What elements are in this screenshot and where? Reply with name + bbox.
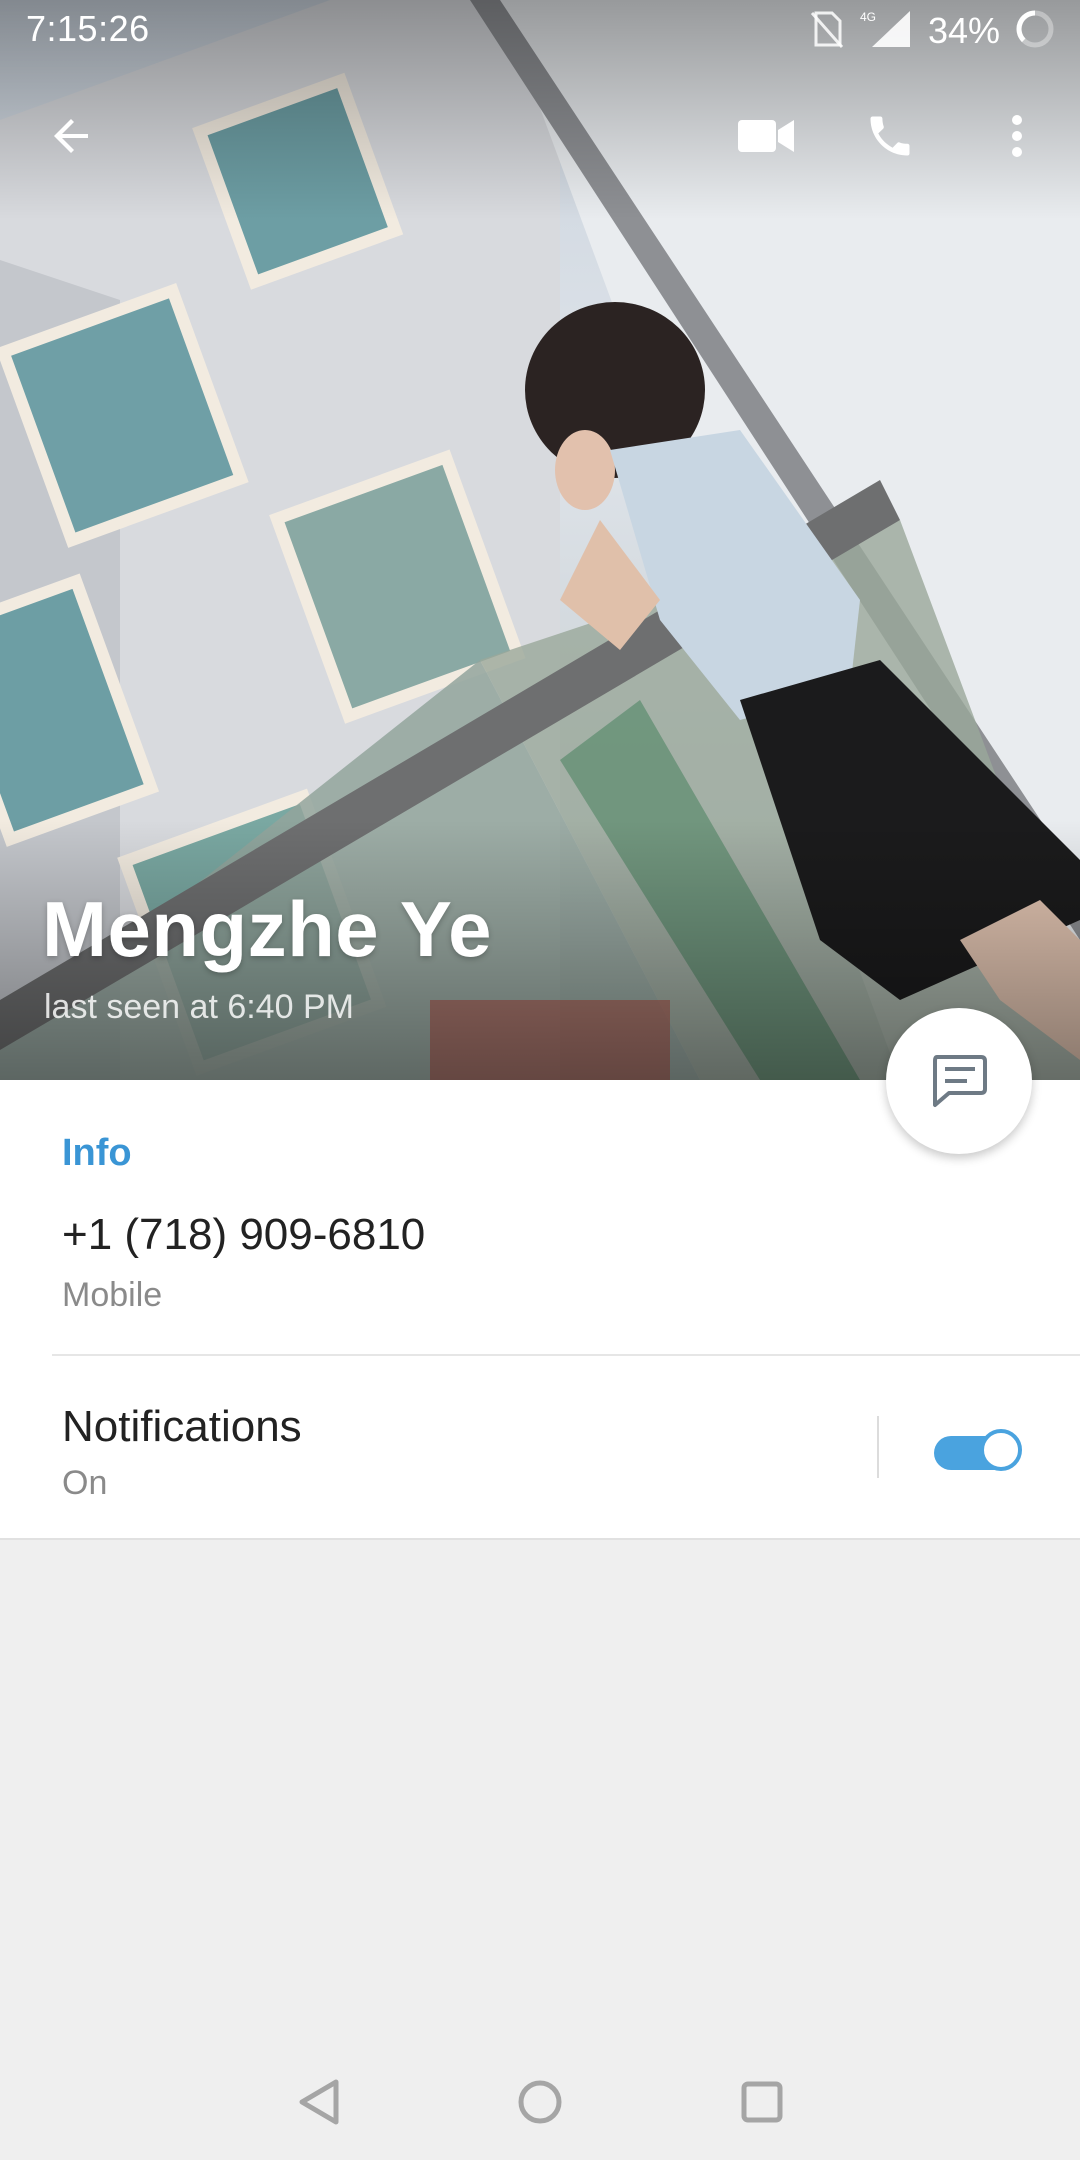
notifications-toggle[interactable] — [932, 1422, 1024, 1474]
phone-number[interactable]: +1 (718) 909-6810 — [62, 1210, 425, 1260]
phone-icon[interactable] — [842, 88, 938, 184]
send-message-button[interactable] — [886, 1008, 1032, 1154]
contact-profile-screen: 7:15:26 4G 34% Mengzhe Ye last seen at 6… — [0, 0, 1080, 2160]
status-bar: 7:15:26 4G 34% — [0, 0, 1080, 62]
system-nav-bar — [0, 2040, 1080, 2160]
status-time: 7:15:26 — [26, 8, 150, 49]
video-camera-icon[interactable] — [718, 88, 814, 184]
notifications-row[interactable]: Notifications On — [0, 1356, 1080, 1538]
message-icon — [933, 1055, 987, 1107]
notifications-label: Notifications — [62, 1402, 302, 1451]
info-card: Info +1 (718) 909-6810 Mobile Notificati… — [0, 1080, 1080, 1540]
info-section-header: Info — [62, 1132, 132, 1174]
toggle-thumb — [980, 1429, 1022, 1471]
back-arrow-icon[interactable] — [24, 88, 120, 184]
battery-ring-icon — [1014, 8, 1056, 55]
profile-name: Mengzhe Ye — [42, 885, 493, 973]
nav-home-icon[interactable] — [500, 2062, 580, 2142]
network-type-label: 4G — [860, 10, 876, 24]
nav-recents-icon[interactable] — [722, 2062, 802, 2142]
more-vert-icon[interactable] — [969, 88, 1065, 184]
last-seen-status: last seen at 6:40 PM — [44, 988, 354, 1026]
no-sim-icon — [810, 9, 844, 54]
profile-photo-header[interactable]: 7:15:26 4G 34% Mengzhe Ye last seen at 6… — [0, 0, 1080, 1080]
battery-percentage: 34% — [927, 10, 1000, 51]
vertical-separator — [877, 1416, 879, 1478]
signal-4g-icon: 4G — [858, 7, 914, 56]
notifications-value: On — [62, 1464, 108, 1502]
nav-back-icon[interactable] — [280, 2062, 360, 2142]
phone-type-label: Mobile — [62, 1276, 163, 1314]
app-bar — [0, 84, 1080, 188]
